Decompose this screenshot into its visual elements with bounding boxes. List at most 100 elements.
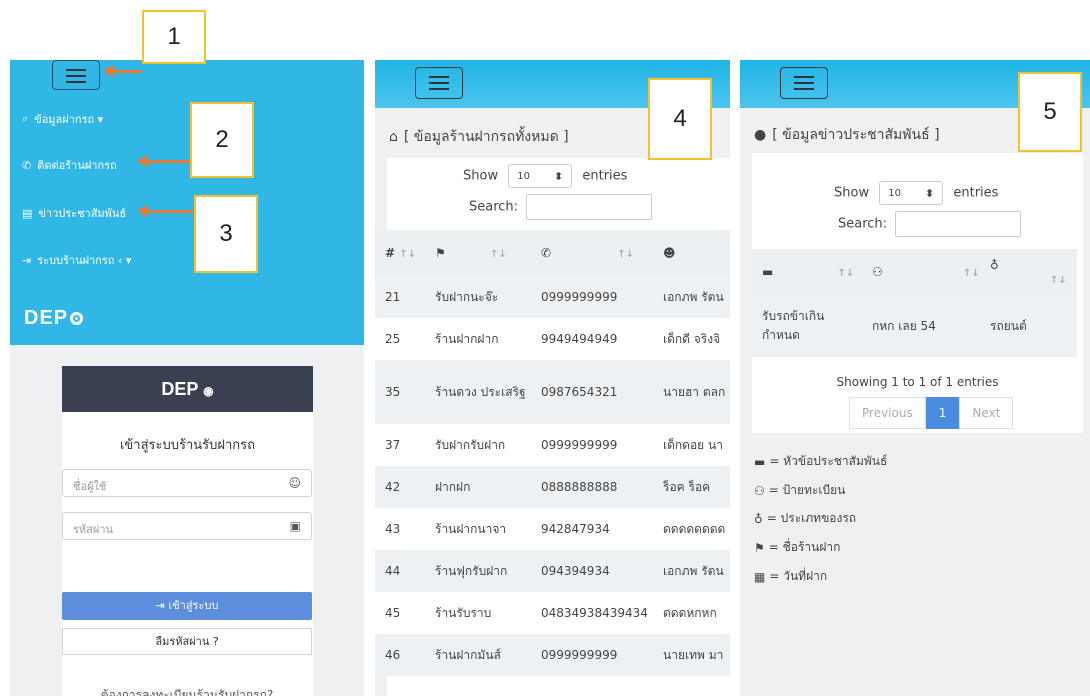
table-row[interactable]: 45 ร้านรับราบ 04834938439434 ดดดหกหก [375, 592, 730, 634]
menu-toggle-button[interactable] [780, 67, 828, 99]
cell-phone: 0999999999 [531, 634, 653, 676]
cell-shop-name: ร้านฟุกรับฝาก [425, 550, 531, 592]
cell-phone: 0999999999 [531, 424, 653, 466]
username-input[interactable]: ชื่อผู้ใช้ ☺ [62, 469, 312, 497]
cell-id: 37 [375, 424, 425, 466]
login-card: DEP ◉ เข้าสู่ระบบร้านรับฝากรถ ชื่อผู้ใช้… [62, 366, 313, 696]
news-table: ▬ ↑↓ ⚇ ↑↓ ♁ ↑↓ รับรถข้าเกิน กำหนด กหก เล… [752, 249, 1077, 357]
cell-phone: 094394934 [531, 550, 653, 592]
sidebar-item-contact[interactable]: ✆ ติดต่อร้านฝากรถ [22, 156, 117, 174]
register-link[interactable]: ต้องการลงทะเบียนร้านรับฝากรถ? [62, 686, 312, 696]
cell-owner: เอกภพ รัตน [653, 276, 730, 318]
user-icon: ☻ [663, 246, 676, 260]
cell-owner: ร็อค ร็อค [653, 466, 730, 508]
menu-toggle-button[interactable] [415, 67, 463, 99]
page-title: ● [ ข้อมูลข่าวประชาสัมพันธ์ ] [754, 127, 940, 143]
sign-in-icon: ⇥ [155, 599, 165, 612]
callout-arrow [137, 205, 194, 217]
login-button[interactable]: ⇥ เข้าสู่ระบบ [62, 592, 312, 620]
user-icon: ☺ [288, 476, 301, 490]
next-button[interactable]: Next [959, 397, 1014, 429]
logo: DEP [24, 307, 84, 330]
entries-control: Show 10 ⬍ entries [463, 164, 627, 188]
cell-owner: นายฮา ตลก [653, 360, 730, 424]
cell-shop-name: ร้านฝากมันส์ [425, 634, 531, 676]
comment-icon: ● [754, 127, 767, 143]
table-row[interactable]: 43 ร้านฝากนาจา 942847934 ดดดดดดดด [375, 508, 730, 550]
sidebar-item-shop-system[interactable]: ⇥ ระบบร้านฝากรถ ‹ ▾ [22, 251, 131, 269]
calendar-icon: ▦ [754, 569, 766, 584]
cell-owner: ดดดหกหก [653, 592, 730, 634]
cell-shop-name: รับฝากรับฝาก [425, 424, 531, 466]
legend-item: ⚑ = ชื่อร้านฝาก [754, 540, 841, 555]
shops-table: # ↑↓ ⚑ ↑↓ ✆ ↑↓ ☻ 21 รับฝากนะจ๊ะ 0999999999… [375, 230, 730, 676]
legend-item: ▬ = หัวข้อประชาสัมพันธ์ [754, 454, 888, 469]
table-row[interactable]: 25 ร้านฝากฝาก 9949494949 เด็กดี จริงจิ [375, 318, 730, 360]
callout-5: 5 [1018, 72, 1082, 152]
password-input[interactable]: รหัสผ่าน ▣ [62, 512, 312, 540]
sign-in-icon: ⇥ [22, 253, 32, 267]
cell-phone: 04834938439434 [531, 592, 653, 634]
cell-id: 43 [375, 508, 425, 550]
table-row[interactable]: 42 ฝากฝก 0888888888 ร็อค ร็อค [375, 466, 730, 508]
cell-shop-name: ฝากฝก [425, 466, 531, 508]
cell-owner: เด็กดี จริงจิ [653, 318, 730, 360]
entries-control: Show 10 ⬍ entries [834, 181, 998, 205]
cell-id: 42 [375, 466, 425, 508]
search-input[interactable] [895, 211, 1022, 237]
table-row[interactable]: รับรถข้าเกิน กำหนด กหก เลย 54 รถยนต์ [752, 295, 1077, 357]
callout-4: 4 [648, 78, 712, 160]
menu-toggle-button[interactable] [52, 60, 100, 90]
cell-phone: 0987654321 [531, 360, 653, 424]
col-vehicle-type[interactable]: ♁ ↑↓ [980, 249, 1077, 295]
table-row[interactable]: 44 ร้านฟุกรับฝาก 094394934 เอกภพ รัตน [375, 550, 730, 592]
shops-table-card: Show 10 ⬍ entries Search: # ↑↓ ⚑ ↑↓ ✆ ↑↓ … [375, 158, 730, 696]
sidebar-login-panel: ⌕ ข้อมูลฝากรถ ▾ ✆ ติดต่อร้านฝากรถ ▤ ข่าว… [10, 60, 364, 696]
page-1-button[interactable]: 1 [925, 397, 960, 429]
callout-arrow [137, 155, 190, 167]
motorcycle-icon: ♁ [990, 258, 999, 272]
news-table-card: Show 10 ⬍ entries Search: ▬ ↑↓ ⚇ ↑↓ ♁ ↑↓ … [752, 153, 1083, 433]
cell-phone: 9949494949 [531, 318, 653, 360]
callout-1: 1 [142, 10, 206, 64]
cell-id: 35 [375, 360, 425, 424]
table-row[interactable]: 21 รับฝากนะจ๊ะ 0999999999 เอกภพ รัตน [375, 276, 730, 318]
cell-phone: 0999999999 [531, 276, 653, 318]
legend-item: ⚇ = ป้ายทะเบียน [754, 483, 846, 498]
cell-phone: 0888888888 [531, 466, 653, 508]
callout-3: 3 [194, 195, 258, 273]
table-info: Showing 1 to 1 of 1 entries [836, 375, 999, 389]
phone-icon: ✆ [22, 158, 32, 172]
message-icon: ▤ [22, 206, 33, 220]
cell-shop-name: ร้านรับราบ [425, 592, 531, 634]
table-row[interactable]: 35 ร้านดวง ประเสริฐ 0987654321 นายฮา ตลก [375, 360, 730, 424]
cell-owner: นายเทพ มา [653, 634, 730, 676]
cell-id: 21 [375, 276, 425, 318]
callout-2: 2 [190, 102, 254, 178]
cell-shop-name: รับฝากนะจ๊ะ [425, 276, 531, 318]
col-plate[interactable]: ⚇ ↑↓ [862, 249, 980, 295]
col-id[interactable]: # ↑↓ [375, 230, 425, 276]
search-control: Search: [838, 211, 1022, 237]
col-phone[interactable]: ✆ ↑↓ [531, 230, 653, 276]
cell-owner: ดดดดดดดด [653, 508, 730, 550]
cell-shop-name: ร้านฝากนาจา [425, 508, 531, 550]
entries-select[interactable]: 10 ⬍ [879, 181, 944, 205]
table-row[interactable]: 37 รับฝากรับฝาก 0999999999 เด็กดอย นา [375, 424, 730, 466]
previous-button[interactable]: Previous [849, 397, 926, 429]
login-brand: DEP ◉ [62, 366, 313, 412]
legend-item: ♁ = ประเภทของรถ [754, 511, 857, 526]
forgot-password-button[interactable]: ลืมรหัสผ่าน ? [62, 628, 312, 655]
sidebar-item-car-info[interactable]: ⌕ ข้อมูลฝากรถ ▾ [22, 110, 103, 128]
sidebar: ⌕ ข้อมูลฝากรถ ▾ ✆ ติดต่อร้านฝากรถ ▤ ข่าว… [10, 60, 364, 345]
col-topic[interactable]: ▬ ↑↓ [752, 249, 862, 295]
table-row[interactable]: 46 ร้านฝากมันส์ 0999999999 นายเทพ มา [375, 634, 730, 676]
col-owner[interactable]: ☻ [653, 230, 730, 276]
lock-icon: ▣ [289, 519, 301, 533]
cell-id: 46 [375, 634, 425, 676]
search-input[interactable] [526, 194, 653, 220]
col-shop-name[interactable]: ⚑ ↑↓ [425, 230, 531, 276]
sidebar-item-news[interactable]: ▤ ข่าวประชาสัมพันธ์ [22, 204, 126, 222]
entries-select[interactable]: 10 ⬍ [508, 164, 573, 188]
store-icon: ⌂ [389, 129, 398, 145]
